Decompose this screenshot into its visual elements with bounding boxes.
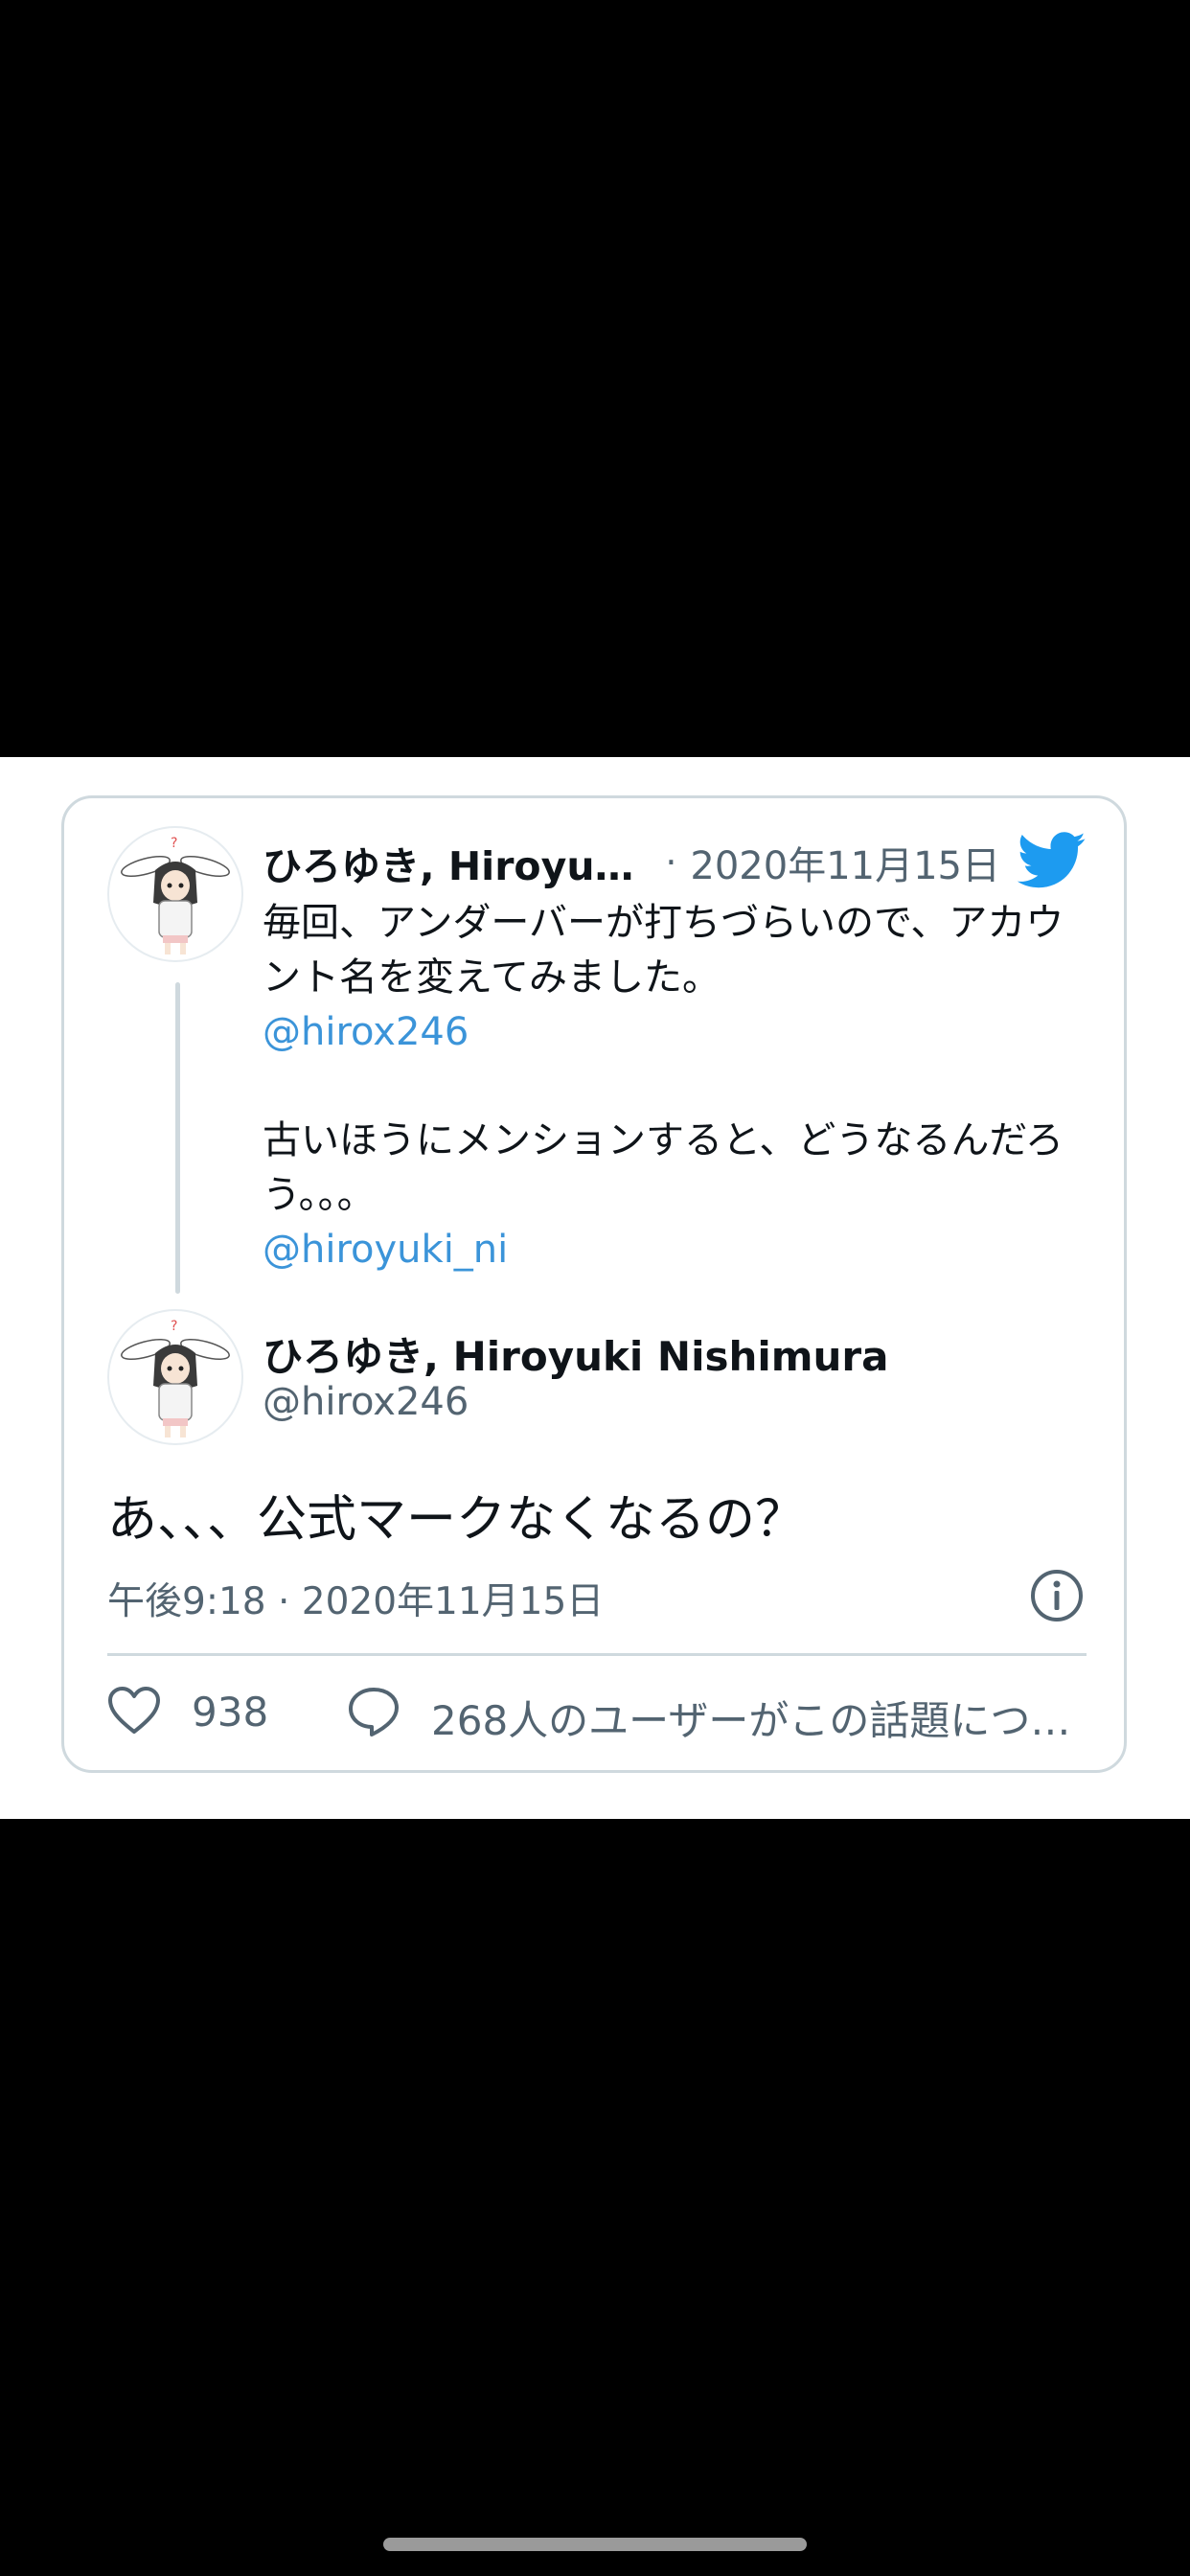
main-avatar[interactable]: ? xyxy=(107,1309,243,1445)
conversation-link[interactable]: 268人のユーザーがこの話題について話しています xyxy=(431,1689,1073,1747)
thread-connector-line xyxy=(175,982,180,1294)
home-indicator[interactable] xyxy=(383,2538,807,2551)
tweet-timestamp[interactable]: 午後9:18 · 2020年11月15日 xyxy=(107,1572,604,1625)
main-display-name[interactable]: ひろゆき, Hiroyuki Nishimura xyxy=(263,1324,888,1383)
mention-link-hiroyuki-ni[interactable]: @hiroyuki_ni xyxy=(263,1223,1087,1277)
heart-icon[interactable] xyxy=(107,1686,161,1736)
quoted-text-line: 毎回、アンダーバーが打ちづらいので、アカウント名を変えてみました。 xyxy=(263,901,1064,1000)
avatar-character-icon: ? xyxy=(110,1312,240,1442)
info-icon[interactable] xyxy=(1029,1568,1085,1623)
svg-text:?: ? xyxy=(171,836,177,851)
main-handle[interactable]: @hirox246 xyxy=(263,1380,469,1424)
quoted-tweet-body[interactable]: 毎回、アンダーバーが打ちづらいので、アカウント名を変えてみました。 @hirox… xyxy=(263,896,1087,1277)
mention-link-hirox246[interactable]: @hirox246 xyxy=(263,1005,1087,1060)
header-separator: · xyxy=(665,841,677,884)
like-count[interactable]: 938 xyxy=(192,1689,268,1736)
avatar-character-icon: ? xyxy=(110,829,240,959)
quoted-date[interactable]: 2020年11月15日 xyxy=(690,835,1000,890)
quoted-header: ひろゆき, Hiroyuki Nishimura · 2020年11月15日 xyxy=(263,834,1000,891)
action-divider xyxy=(107,1653,1087,1656)
svg-text:?: ? xyxy=(171,1319,177,1334)
twitter-bird-icon[interactable] xyxy=(1018,832,1087,889)
speech-bubble-icon[interactable] xyxy=(347,1686,400,1737)
quoted-text-line: 古いほうにメンションすると、どうなるんだろう。。。 xyxy=(263,1118,1064,1217)
quoted-avatar[interactable]: ? xyxy=(107,826,243,962)
quoted-display-name[interactable]: ひろゆき, Hiroyuki Nishimura xyxy=(263,834,640,891)
main-tweet-text: あ、、、公式マークなくなるの？ xyxy=(107,1491,806,1549)
